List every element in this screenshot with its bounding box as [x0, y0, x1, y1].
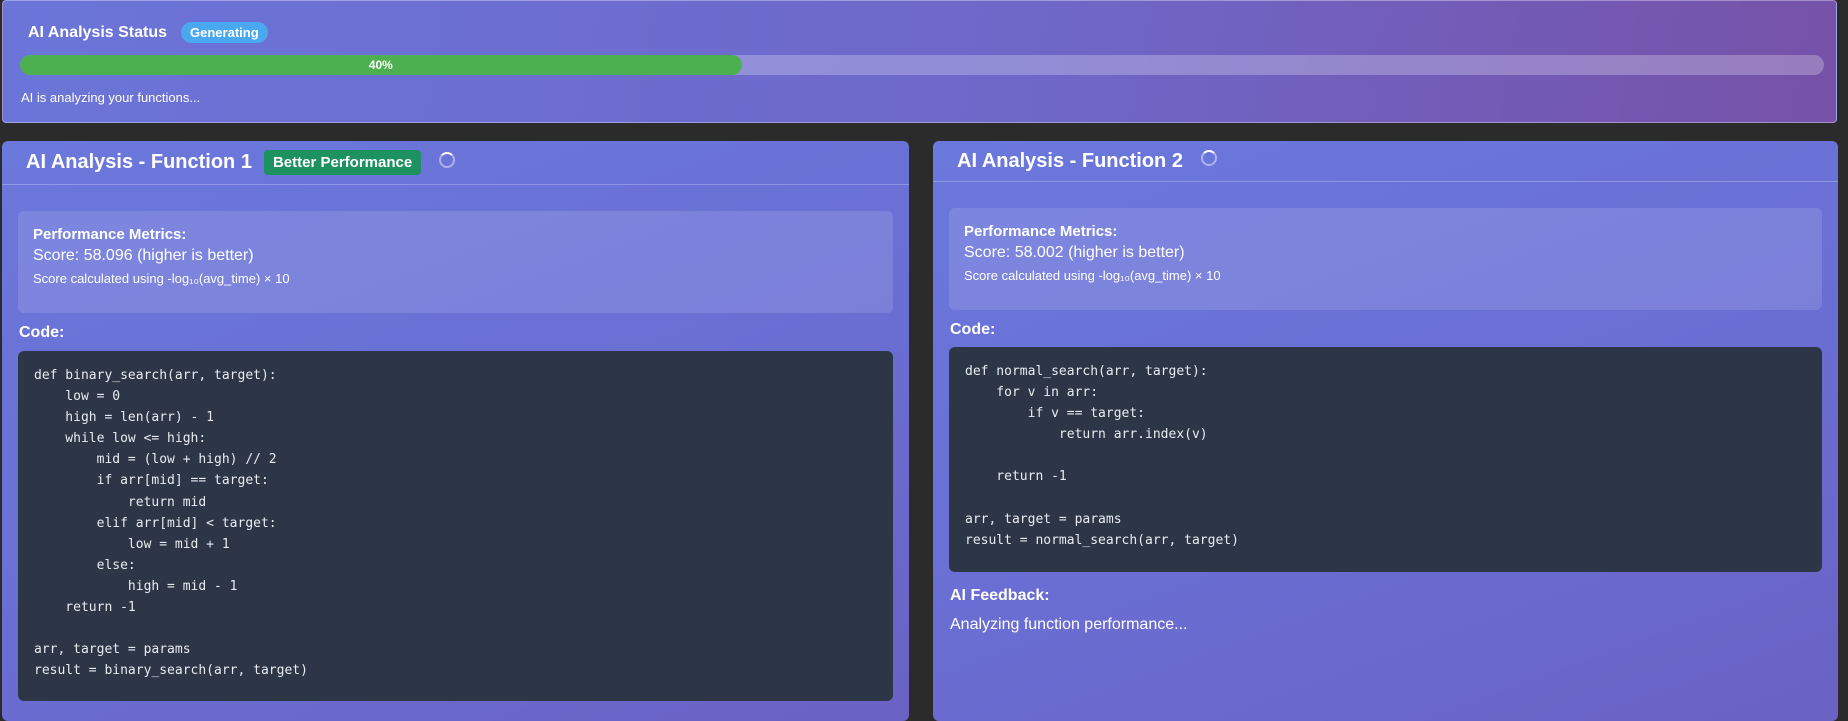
function-2-panel: AI Analysis - Function 2 Performance Met… [933, 141, 1838, 721]
ai-feedback-text: Analyzing function performance... [950, 616, 1188, 633]
metrics-title: Performance Metrics: [964, 223, 1118, 240]
function-1-metrics: Performance Metrics: Score: 58.096 (high… [18, 211, 893, 313]
metrics-note: Score calculated using -log₁₀(avg_time) … [964, 268, 1221, 283]
function-2-header: AI Analysis - Function 2 [933, 141, 1838, 182]
function-1-panel: AI Analysis - Function 1 Better Performa… [2, 141, 909, 721]
code-label: Code: [950, 321, 996, 338]
ai-feedback-label: AI Feedback: [950, 587, 1050, 604]
status-header: AI Analysis Status Generating [28, 22, 268, 43]
metrics-note: Score calculated using -log₁₀(avg_time) … [33, 271, 290, 286]
analysis-status-panel: AI Analysis Status Generating 40% AI is … [2, 0, 1837, 123]
function-2-metrics: Performance Metrics: Score: 58.002 (high… [949, 208, 1822, 310]
progress-label: 40% [368, 58, 393, 72]
metrics-title: Performance Metrics: [33, 226, 187, 243]
function-2-title: AI Analysis - Function 2 [957, 149, 1183, 172]
function-1-title: AI Analysis - Function 1 [26, 151, 252, 173]
loading-spinner-icon [439, 151, 456, 168]
code-label: Code: [19, 324, 65, 341]
progress-bar: 40% [20, 55, 1824, 75]
function-1-code: def binary_search(arr, target): low = 0 … [18, 351, 893, 701]
loading-spinner-icon [1200, 150, 1217, 166]
metrics-score: Score: 58.096 (higher is better) [33, 247, 254, 264]
status-message: AI is analyzing your functions... [21, 90, 201, 105]
better-performance-badge: Better Performance [263, 150, 422, 175]
function-2-code: def normal_search(arr, target): for v in… [949, 347, 1822, 572]
progress-fill: 40% [20, 55, 742, 75]
status-badge: Generating [181, 22, 268, 43]
status-title: AI Analysis Status [28, 23, 168, 41]
metrics-score: Score: 58.002 (higher is better) [964, 244, 1185, 261]
function-1-header: AI Analysis - Function 1 Better Performa… [2, 141, 909, 185]
